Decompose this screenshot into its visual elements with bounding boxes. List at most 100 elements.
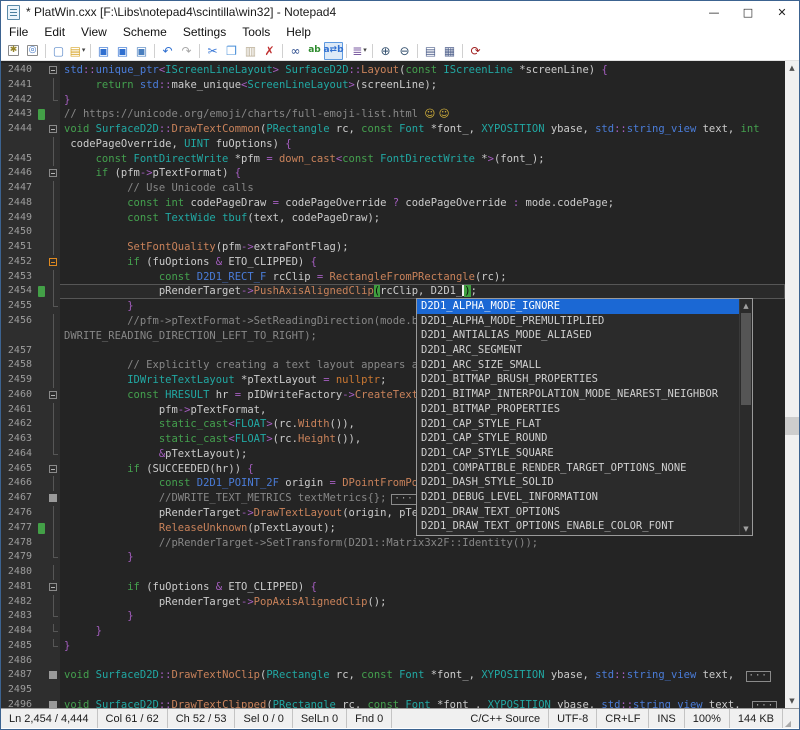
status-language[interactable]: C/C++ Source <box>462 709 549 728</box>
fold-expand-icon[interactable] <box>49 494 57 502</box>
bookmark-margin[interactable] <box>37 225 47 240</box>
fold-margin[interactable] <box>47 403 60 418</box>
line-number[interactable]: 2442 <box>1 93 37 108</box>
line-number[interactable]: 2477 <box>1 521 37 536</box>
code-text[interactable]: // https://unicode.org/emoji/charts/full… <box>60 107 785 122</box>
code-text[interactable]: } <box>60 639 785 654</box>
code-text[interactable]: std::unique_ptr<IScreenLineLayout> Surfa… <box>60 63 785 78</box>
code-line[interactable]: 2484 } <box>1 624 785 639</box>
line-number[interactable]: 2462 <box>1 417 37 432</box>
bookmark-margin[interactable] <box>37 403 47 418</box>
save-as-icon[interactable]: ▣ <box>113 42 132 60</box>
menu-tools[interactable]: Tools <box>234 24 278 40</box>
fold-collapse-icon[interactable] <box>49 66 57 74</box>
fold-margin[interactable] <box>47 536 60 551</box>
fold-margin[interactable] <box>47 225 60 240</box>
line-number[interactable]: 2487 <box>1 668 37 683</box>
line-number[interactable]: 2467 <box>1 491 37 506</box>
code-line[interactable]: 2496void SurfaceD2D::DrawTextClipped(PRe… <box>1 698 785 708</box>
fold-collapse-icon[interactable] <box>49 169 57 177</box>
fold-collapse-icon[interactable] <box>49 125 57 133</box>
fold-margin[interactable] <box>47 181 60 196</box>
fold-margin[interactable] <box>47 476 60 491</box>
line-number[interactable]: 2486 <box>1 654 37 669</box>
edit-document-icon[interactable]: ▦ <box>440 42 459 60</box>
status-encoding[interactable]: UTF-8 <box>549 709 597 728</box>
menu-help[interactable]: Help <box>278 24 319 40</box>
code-line[interactable]: 2444 void SurfaceD2D::DrawTextCommon(PRec… <box>1 122 785 137</box>
fold-margin[interactable] <box>47 417 60 432</box>
fold-margin[interactable] <box>47 668 60 683</box>
close-button[interactable]: ✕ <box>765 1 799 23</box>
line-number[interactable]: 2481 <box>1 580 37 595</box>
fold-margin[interactable] <box>47 506 60 521</box>
fold-margin[interactable] <box>47 255 60 270</box>
copy-icon[interactable]: ❐ <box>222 42 241 60</box>
bookmark-margin[interactable] <box>37 181 47 196</box>
bookmark-margin[interactable] <box>37 166 47 181</box>
fold-collapse-icon[interactable] <box>49 583 57 591</box>
fold-margin[interactable] <box>47 78 60 93</box>
line-number[interactable]: 2485 <box>1 639 37 654</box>
line-number[interactable]: 2483 <box>1 609 37 624</box>
code-text[interactable]: } <box>60 550 785 565</box>
line-number[interactable]: 2457 <box>1 344 37 359</box>
bookmark-margin[interactable] <box>37 624 47 639</box>
code-line[interactable]: 2453 const D2D1_RECT_F rcClip = Rectangl… <box>1 270 785 285</box>
code-line[interactable]: 2485} <box>1 639 785 654</box>
code-line[interactable]: 2440 std::unique_ptr<IScreenLineLayout> S… <box>1 63 785 78</box>
line-number[interactable]: 2444 <box>1 122 37 137</box>
scrollbar-thumb[interactable] <box>785 417 799 435</box>
bookmark-margin[interactable] <box>37 358 47 373</box>
bookmark-margin[interactable] <box>37 299 47 314</box>
fold-margin[interactable] <box>47 388 60 403</box>
code-line[interactable]: 2450 <box>1 225 785 240</box>
code-line[interactable]: 2443 // https://unicode.org/emoji/charts/… <box>1 107 785 122</box>
fold-expand-icon[interactable] <box>49 701 57 708</box>
line-number[interactable]: 2478 <box>1 536 37 551</box>
code-text[interactable]: if (pfm->pTextFormat) { <box>60 166 785 181</box>
code-text[interactable]: void SurfaceD2D::DrawTextCommon(PRectang… <box>60 122 785 137</box>
fold-margin[interactable] <box>47 299 60 314</box>
bookmark-margin[interactable] <box>37 491 47 506</box>
autocomplete-scrollbar[interactable]: ▲ ▼ <box>739 299 752 535</box>
code-line[interactable]: 2452 if (fuOptions & ETO_CLIPPED) { <box>1 255 785 270</box>
fold-margin[interactable] <box>47 698 60 708</box>
find-icon[interactable]: ∞ <box>286 42 305 60</box>
code-text[interactable]: SetFontQuality(pfm->extraFontFlag); <box>60 240 785 255</box>
code-text[interactable]: } <box>60 609 785 624</box>
line-number[interactable]: 2456 <box>1 314 37 329</box>
autocomplete-item[interactable]: D2D1_ALPHA_MODE_PREMULTIPLIED <box>417 314 741 329</box>
autocomplete-item[interactable]: D2D1_BITMAP_BRUSH_PROPERTIES <box>417 372 741 387</box>
line-number[interactable]: 2484 <box>1 624 37 639</box>
bookmark-margin[interactable] <box>37 550 47 565</box>
line-number[interactable]: 2453 <box>1 270 37 285</box>
fold-margin[interactable] <box>47 284 60 299</box>
scheme-select-icon[interactable]: ≣▾ <box>350 42 369 60</box>
bookmark-margin[interactable] <box>37 344 47 359</box>
line-number[interactable]: 2480 <box>1 565 37 580</box>
line-number[interactable]: 2450 <box>1 225 37 240</box>
autocomplete-item[interactable]: D2D1_BITMAP_INTERPOLATION_MODE_NEAREST_N… <box>417 387 741 402</box>
favorites-icon[interactable]: ✱ <box>4 42 23 60</box>
status-filesize[interactable]: 144 KB <box>730 709 783 728</box>
fold-margin[interactable] <box>47 565 60 580</box>
bookmark-margin[interactable] <box>37 698 47 708</box>
line-number[interactable]: 2443 <box>1 107 37 122</box>
bookmark-margin[interactable] <box>37 432 47 447</box>
cut-icon[interactable]: ✂ <box>203 42 222 60</box>
fold-margin[interactable] <box>47 447 60 462</box>
status-column[interactable]: Col 61 / 62 <box>98 709 168 728</box>
editor-scrollbar[interactable]: ▲ ▼ <box>785 61 799 708</box>
line-number[interactable]: 2440 <box>1 63 37 78</box>
bookmark-margin[interactable] <box>37 417 47 432</box>
code-line[interactable]: 2446 if (pfm->pTextFormat) { <box>1 166 785 181</box>
fold-margin[interactable] <box>47 654 60 669</box>
minimize-button[interactable]: — <box>697 1 731 23</box>
fold-collapse-icon[interactable] <box>49 391 57 399</box>
autocomplete-item[interactable]: D2D1_BITMAP_PROPERTIES <box>417 402 741 417</box>
fold-margin[interactable] <box>47 462 60 477</box>
status-insert-mode[interactable]: INS <box>649 709 684 728</box>
fold-margin[interactable] <box>47 240 60 255</box>
line-number[interactable] <box>1 329 37 344</box>
